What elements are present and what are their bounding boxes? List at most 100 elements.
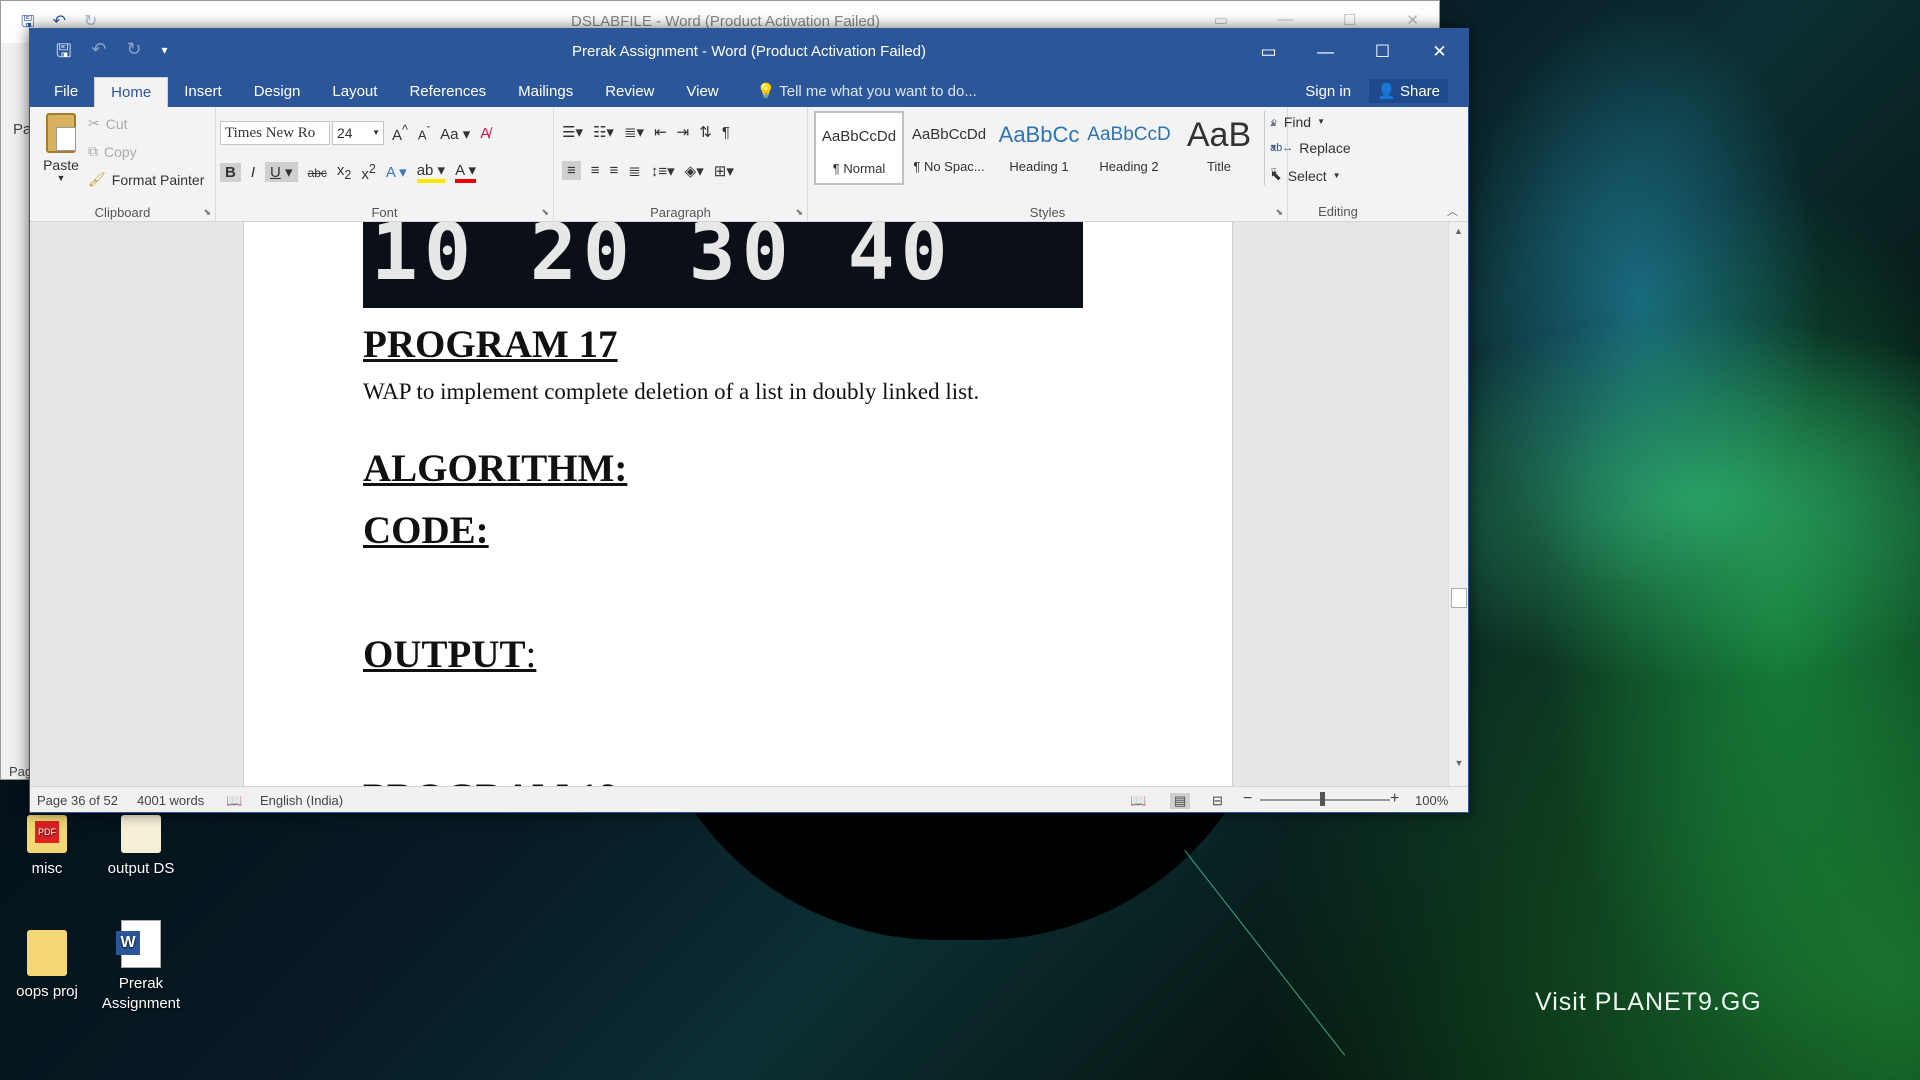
justify-icon[interactable]: ≣ bbox=[628, 162, 641, 180]
dialog-launcher-icon[interactable]: ⬊ bbox=[203, 207, 211, 218]
document-area[interactable]: 10 20 30 40 PROGRAM 17 WAP to implement … bbox=[30, 222, 1468, 794]
font-color-icon[interactable]: A ▾ bbox=[455, 161, 476, 183]
style-name: Title bbox=[1206, 159, 1232, 174]
paste-label: Paste bbox=[43, 157, 79, 173]
tab-view[interactable]: View bbox=[670, 77, 734, 107]
line-spacing-icon[interactable]: ↕≡▾ bbox=[651, 162, 675, 180]
format-painter-button[interactable]: 🖌 Format Painter bbox=[88, 171, 204, 188]
minimize-icon[interactable]: — bbox=[1278, 11, 1293, 29]
strikethrough-button[interactable]: abc bbox=[308, 164, 327, 181]
zoom-out-icon[interactable]: − bbox=[1243, 790, 1252, 808]
word-count[interactable]: 4001 words bbox=[137, 793, 204, 808]
cut-button[interactable]: ✂ Cut bbox=[88, 115, 128, 132]
minimize-icon[interactable]: — bbox=[1297, 29, 1354, 75]
select-button[interactable]: ⬉ Select ▼ bbox=[1270, 167, 1341, 184]
shading-icon[interactable]: ◈▾ bbox=[685, 162, 704, 180]
bold-button[interactable]: B bbox=[220, 162, 241, 182]
chevron-down-icon[interactable]: ▼ bbox=[40, 173, 82, 183]
zoom-slider-knob[interactable] bbox=[1320, 792, 1325, 806]
vertical-scrollbar[interactable]: ▲ ▼ bbox=[1448, 222, 1468, 794]
grow-font-icon[interactable]: A^ bbox=[392, 123, 408, 144]
tab-review[interactable]: Review bbox=[589, 77, 670, 107]
increase-indent-icon[interactable]: ⇥ bbox=[677, 123, 690, 141]
ribbon-display-options-icon[interactable]: ▭ bbox=[1240, 29, 1297, 75]
zoom-slider[interactable] bbox=[1260, 799, 1390, 801]
italic-button[interactable]: I bbox=[251, 164, 255, 181]
tab-file[interactable]: File bbox=[30, 77, 94, 107]
bullets-icon[interactable]: ☰▾ bbox=[562, 123, 583, 141]
style-no-spacing[interactable]: AaBbCcDd ¶ No Spac... bbox=[904, 111, 994, 185]
superscript-button[interactable]: x2 bbox=[361, 162, 375, 183]
find-button[interactable]: ⌕ Find ▼ bbox=[1270, 113, 1325, 130]
zoom-level[interactable]: 100% bbox=[1415, 793, 1448, 808]
pdf-folder-icon: PDF bbox=[27, 815, 67, 853]
show-formatting-icon[interactable]: ¶ bbox=[722, 124, 730, 141]
sign-in-link[interactable]: Sign in bbox=[1305, 83, 1351, 100]
scrollbar-thumb[interactable] bbox=[1451, 588, 1467, 608]
close-icon[interactable]: ✕ bbox=[1411, 29, 1468, 75]
copy-button[interactable]: ⧉ Copy bbox=[88, 143, 137, 160]
read-mode-icon[interactable]: 📖 bbox=[1130, 793, 1146, 809]
title-bar[interactable]: 🖫 ↶ ↻ ▾ Prerak Assignment - Word (Produc… bbox=[30, 29, 1468, 75]
proofing-icon[interactable]: 📖 bbox=[226, 793, 242, 809]
decrease-indent-icon[interactable]: ⇤ bbox=[654, 123, 667, 141]
style-heading-1[interactable]: AaBbCc Heading 1 bbox=[994, 111, 1084, 185]
page-count[interactable]: Page 36 of 52 bbox=[37, 793, 118, 808]
borders-icon[interactable]: ⊞▾ bbox=[714, 162, 734, 180]
tell-me-search[interactable]: 💡 Tell me what you want to do... bbox=[735, 77, 977, 107]
font-size-select[interactable]: 24 ▼ bbox=[332, 121, 384, 145]
underline-button[interactable]: U ▾ bbox=[265, 162, 298, 182]
style-normal[interactable]: AaBbCcDd ¶ Normal bbox=[814, 111, 904, 185]
close-icon[interactable]: ✕ bbox=[1406, 11, 1419, 29]
align-center-icon[interactable]: ≡ bbox=[591, 162, 600, 179]
web-layout-icon[interactable]: ⊟ bbox=[1212, 793, 1223, 809]
style-heading-2[interactable]: AaBbCcD Heading 2 bbox=[1084, 111, 1174, 185]
document-page[interactable]: 10 20 30 40 PROGRAM 17 WAP to implement … bbox=[243, 222, 1233, 794]
subscript-button[interactable]: x2 bbox=[337, 162, 351, 182]
print-layout-icon[interactable]: ▤ bbox=[1170, 793, 1191, 809]
paste-button[interactable]: Paste ▼ bbox=[40, 113, 82, 183]
clear-formatting-icon[interactable]: A̸ bbox=[480, 125, 490, 142]
replace-button[interactable]: ab↔ Replace bbox=[1270, 140, 1351, 156]
desktop-icon-output-ds[interactable]: output DS bbox=[81, 815, 201, 879]
font-family-select[interactable]: Times New Ro bbox=[220, 121, 330, 145]
share-button[interactable]: 👤 Share bbox=[1369, 79, 1448, 103]
align-left-icon[interactable]: ≡ bbox=[562, 161, 581, 180]
sort-icon[interactable]: ⇅ bbox=[699, 123, 712, 141]
tab-insert[interactable]: Insert bbox=[168, 77, 238, 107]
dialog-launcher-icon[interactable]: ⬊ bbox=[541, 207, 549, 218]
change-case-button[interactable]: Aa ▾ bbox=[440, 125, 470, 143]
language-indicator[interactable]: English (India) bbox=[260, 793, 343, 808]
cut-label: Cut bbox=[105, 115, 128, 132]
cursor-icon: ⬉ bbox=[1270, 167, 1282, 183]
collapse-ribbon-icon[interactable]: ︿ bbox=[1447, 203, 1458, 219]
shrink-font-icon[interactable]: Aˇ bbox=[418, 125, 430, 142]
font-family-value: Times New Ro bbox=[225, 125, 316, 141]
desktop-icon-label: Prerak Assignment bbox=[101, 975, 181, 1012]
window-controls: ▭ — ☐ ✕ bbox=[1240, 29, 1468, 75]
numbering-icon[interactable]: ☷▾ bbox=[593, 123, 614, 141]
maximize-icon[interactable]: ☐ bbox=[1343, 11, 1356, 29]
text-effects-icon[interactable]: A ▾ bbox=[386, 163, 407, 181]
font-group-label: Font bbox=[371, 205, 398, 220]
maximize-icon[interactable]: ☐ bbox=[1354, 29, 1411, 75]
zoom-in-icon[interactable]: + bbox=[1390, 790, 1399, 808]
dialog-launcher-icon[interactable]: ⬊ bbox=[795, 207, 803, 218]
multilevel-list-icon[interactable]: ≣▾ bbox=[624, 123, 644, 141]
dialog-launcher-icon[interactable]: ⬊ bbox=[1275, 207, 1283, 218]
tab-home[interactable]: Home bbox=[94, 77, 169, 107]
desktop-icon-prerak-assignment[interactable]: Prerak Assignment bbox=[81, 920, 201, 1014]
style-name: Heading 2 bbox=[1099, 159, 1159, 174]
tab-layout[interactable]: Layout bbox=[316, 77, 393, 107]
align-right-icon[interactable]: ≡ bbox=[610, 162, 619, 179]
tab-references[interactable]: References bbox=[393, 77, 502, 107]
scroll-down-icon[interactable]: ▼ bbox=[1449, 758, 1468, 768]
scroll-up-icon[interactable]: ▲ bbox=[1449, 222, 1468, 236]
style-title[interactable]: AaB Title bbox=[1174, 111, 1264, 185]
word-window[interactable]: 🖫 ↶ ↻ ▾ Prerak Assignment - Word (Produc… bbox=[29, 28, 1469, 813]
ribbon-display-icon[interactable]: ▭ bbox=[1214, 11, 1228, 29]
highlight-color-icon[interactable]: ab ▾ bbox=[416, 161, 446, 183]
tab-design[interactable]: Design bbox=[238, 77, 317, 107]
chevron-down-icon: ▼ bbox=[372, 128, 380, 137]
tab-mailings[interactable]: Mailings bbox=[502, 77, 589, 107]
